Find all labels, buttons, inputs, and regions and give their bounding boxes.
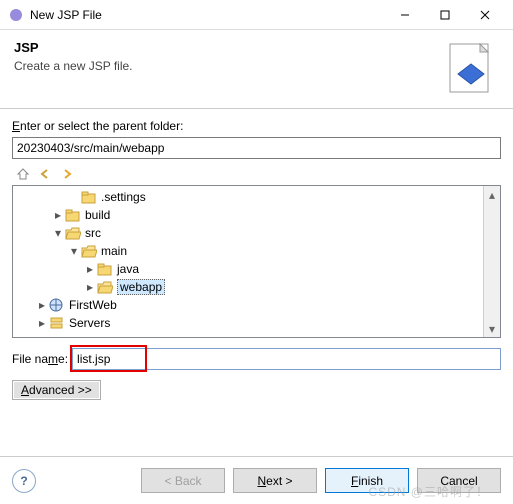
tree-item[interactable]: ▸ Servers <box>13 314 500 332</box>
folder-open-icon <box>65 225 81 241</box>
close-button[interactable] <box>465 1 505 29</box>
tree-twisty-icon[interactable]: ▸ <box>35 316 49 330</box>
window-title: New JSP File <box>30 8 385 22</box>
parent-folder-label: Enter or select the parent folder: <box>12 119 501 133</box>
scroll-up-icon[interactable]: ▴ <box>484 186 500 203</box>
folder-tree[interactable]: .settings ▸ build ▾ src ▾ main ▸ java ▸ webapp ▸ Fir… <box>12 185 501 338</box>
cancel-button[interactable]: Cancel <box>417 468 501 493</box>
wizard-footer: ? < Back Next > Finish Cancel <box>0 456 513 504</box>
servers-icon <box>49 315 65 331</box>
tree-twisty-icon[interactable]: ▸ <box>83 262 97 276</box>
tree-item-label: java <box>117 262 139 276</box>
folder-icon <box>81 189 97 205</box>
file-name-label: File name: <box>12 352 68 366</box>
folder-icon <box>97 261 113 277</box>
folder-open-icon <box>81 243 97 259</box>
tree-item-label: main <box>101 244 127 258</box>
tree-item[interactable]: ▸ build <box>13 206 500 224</box>
tree-item[interactable]: ▸ webapp <box>13 278 500 296</box>
tree-twisty-icon[interactable]: ▾ <box>67 244 81 258</box>
next-button[interactable]: Next > <box>233 468 317 493</box>
parent-folder-input[interactable] <box>12 137 501 159</box>
tree-scrollbar[interactable]: ▴ ▾ <box>483 186 500 337</box>
advanced-button[interactable]: Advanced >> <box>12 380 101 400</box>
tree-twisty-icon[interactable]: ▸ <box>51 208 65 222</box>
folder-open-icon <box>97 279 113 295</box>
home-icon[interactable] <box>14 165 32 183</box>
minimize-button[interactable] <box>385 1 425 29</box>
tree-item[interactable]: ▸ FirstWeb <box>13 296 500 314</box>
tree-item[interactable]: .settings <box>13 188 500 206</box>
back-arrow-icon[interactable] <box>36 165 54 183</box>
tree-twisty-icon[interactable]: ▾ <box>51 226 65 240</box>
wizard-title: JSP <box>14 40 443 55</box>
window-icon <box>8 7 24 23</box>
wizard-header: JSP Create a new JSP file. <box>0 30 513 109</box>
finish-button[interactable]: Finish <box>325 468 409 493</box>
tree-item-label: FirstWeb <box>69 298 117 312</box>
maximize-button[interactable] <box>425 1 465 29</box>
file-name-input[interactable] <box>72 348 501 370</box>
help-button[interactable]: ? <box>12 469 36 493</box>
tree-twisty-icon[interactable]: ▸ <box>35 298 49 312</box>
tree-item-label: webapp <box>117 279 165 295</box>
web-project-icon <box>49 297 65 313</box>
tree-item-label: src <box>85 226 101 240</box>
tree-toolbar <box>12 163 501 185</box>
tree-item[interactable]: ▾ src <box>13 224 500 242</box>
wizard-subtitle: Create a new JSP file. <box>14 59 443 73</box>
tree-twisty-icon[interactable]: ▸ <box>83 280 97 294</box>
tree-item-label: build <box>85 208 110 222</box>
tree-item-label: .settings <box>101 190 146 204</box>
jsp-file-icon <box>443 40 499 96</box>
folder-icon <box>65 207 81 223</box>
tree-item-label: Servers <box>69 316 110 330</box>
back-button: < Back <box>141 468 225 493</box>
scroll-down-icon[interactable]: ▾ <box>484 320 500 337</box>
tree-item[interactable]: ▸ java <box>13 260 500 278</box>
tree-item[interactable]: ▾ main <box>13 242 500 260</box>
forward-arrow-icon[interactable] <box>58 165 76 183</box>
window-titlebar: New JSP File <box>0 0 513 30</box>
